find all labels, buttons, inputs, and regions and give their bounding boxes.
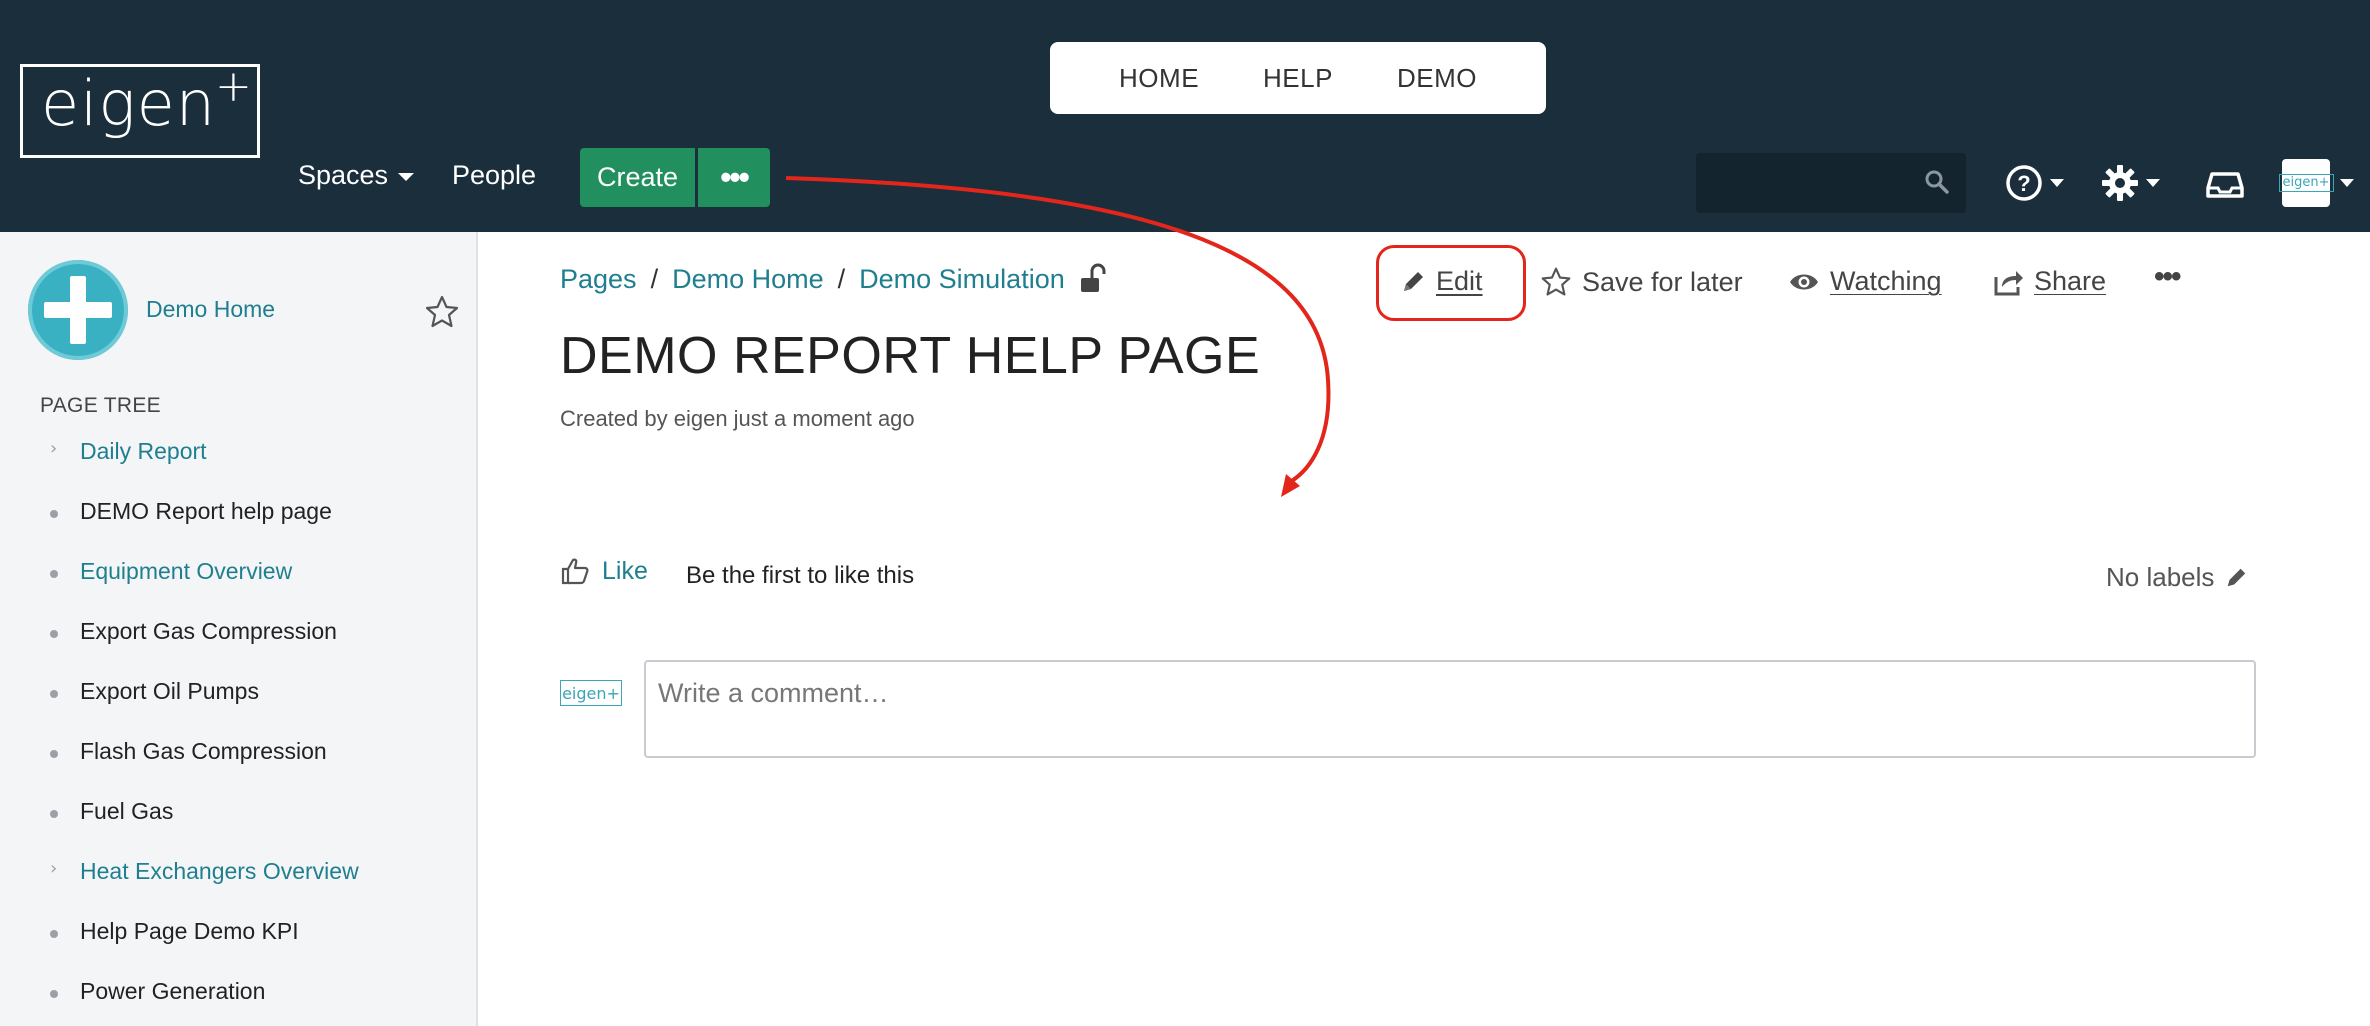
spaces-label: Spaces	[298, 160, 389, 190]
breadcrumb-separator: /	[837, 264, 846, 294]
bullet-icon	[50, 510, 58, 518]
top-header: eigen + HOME HELP DEMO Spaces People Cre…	[0, 0, 2370, 232]
nav-home[interactable]: HOME	[1119, 63, 1199, 94]
space-sidebar: Demo Home PAGE TREE › Daily Report DEMO …	[0, 232, 478, 1026]
tree-item-fuel-gas[interactable]: Fuel Gas	[80, 798, 173, 825]
tree-item-daily-report[interactable]: Daily Report	[80, 438, 207, 465]
save-for-later-button[interactable]: Save for later	[1540, 266, 1743, 298]
space-logo[interactable]	[28, 260, 128, 360]
space-name-link[interactable]: Demo Home	[146, 296, 275, 323]
breadcrumb: Pages / Demo Home / Demo Simulation	[560, 264, 1065, 295]
top-navigation: HOME HELP DEMO	[1050, 42, 1546, 114]
eye-icon	[1790, 274, 1818, 289]
bullet-icon	[50, 990, 58, 998]
more-actions-button[interactable]: •••	[2154, 260, 2181, 294]
create-button[interactable]: Create	[580, 148, 695, 207]
question-circle-icon: ?	[2006, 165, 2064, 201]
breadcrumb-separator: /	[650, 264, 659, 294]
page-tree-heading: PAGE TREE	[40, 394, 161, 417]
share-icon	[1994, 270, 2023, 295]
like-label: Like	[602, 556, 648, 585]
labels-text: No labels	[2106, 562, 2215, 592]
chevron-down-icon	[398, 172, 415, 181]
help-menu[interactable]: ?	[2004, 160, 2072, 211]
tree-item-power-generation[interactable]: Power Generation	[80, 978, 265, 1005]
pencil-icon	[2228, 568, 2246, 586]
bullet-icon	[50, 930, 58, 938]
settings-menu[interactable]	[2100, 160, 2168, 211]
svg-text:?: ?	[2017, 171, 2030, 196]
share-label: Share	[2034, 266, 2107, 296]
tree-item-heat-exchangers-overview[interactable]: Heat Exchangers Overview	[80, 858, 359, 885]
edit-label: Edit	[1436, 266, 1483, 296]
nav-help[interactable]: HELP	[1263, 63, 1333, 94]
watching-label: Watching	[1830, 266, 1942, 296]
bullet-icon	[50, 570, 58, 578]
bullet-icon	[50, 630, 58, 638]
comment-avatar: eigen+	[560, 680, 622, 706]
like-button[interactable]: Like	[560, 556, 648, 586]
breadcrumb-demo-simulation[interactable]: Demo Simulation	[859, 264, 1065, 295]
page-byline: Created by eigen just a moment ago	[560, 406, 915, 431]
star-icon	[1541, 267, 1571, 296]
logo-plus: +	[215, 61, 252, 112]
spaces-menu[interactable]: Spaces	[298, 160, 415, 191]
breadcrumb-pages[interactable]: Pages	[560, 264, 637, 295]
unlock-icon[interactable]	[1078, 262, 1108, 296]
gear-icon	[2102, 165, 2160, 201]
thumbs-up-icon	[561, 558, 589, 585]
like-hint: Be the first to like this	[686, 562, 915, 589]
watching-button[interactable]: Watching	[1788, 266, 1942, 297]
search-icon	[1925, 170, 1949, 194]
page-title: DEMO REPORT HELP PAGE	[560, 327, 1261, 385]
tree-item-flash-gas-compression[interactable]: Flash Gas Compression	[80, 738, 327, 765]
nav-demo[interactable]: DEMO	[1397, 63, 1477, 94]
tree-item-export-oil-pumps[interactable]: Export Oil Pumps	[80, 678, 259, 705]
edit-button[interactable]: Edit	[1400, 266, 1483, 297]
bullet-icon	[50, 750, 58, 758]
avatar-logo: eigen+	[2278, 174, 2334, 192]
star-icon[interactable]	[424, 294, 460, 330]
save-for-later-label: Save for later	[1582, 266, 1743, 297]
pencil-icon	[1404, 271, 1423, 291]
bullet-icon	[50, 690, 58, 698]
tree-item-demo-report-help[interactable]: DEMO Report help page	[80, 498, 332, 525]
chevron-down-icon	[2340, 179, 2354, 187]
create-more-button[interactable]: •••	[698, 148, 770, 207]
tree-item-export-gas-compression[interactable]: Export Gas Compression	[80, 618, 337, 645]
tree-item-help-page-demo-kpi[interactable]: Help Page Demo KPI	[80, 918, 299, 945]
inbox-button[interactable]	[2206, 160, 2244, 211]
plus-icon-bar	[70, 276, 86, 344]
logo-text: eigen	[41, 67, 217, 140]
people-link[interactable]: People	[452, 160, 536, 191]
comment-input[interactable]: Write a comment…	[644, 660, 2256, 758]
user-menu-caret[interactable]	[2338, 176, 2356, 194]
bullet-icon	[50, 810, 58, 818]
chevron-right-icon[interactable]: ›	[50, 438, 57, 459]
tree-item-equipment-overview[interactable]: Equipment Overview	[80, 558, 292, 585]
user-avatar[interactable]: eigen+	[2278, 159, 2334, 207]
chevron-right-icon[interactable]: ›	[50, 858, 57, 879]
inbox-tray-icon	[2206, 172, 2244, 198]
share-button[interactable]: Share	[1992, 266, 2106, 297]
eigen-logo[interactable]: eigen +	[20, 61, 260, 158]
labels-section[interactable]: No labels	[2106, 562, 2248, 593]
breadcrumb-demo-home[interactable]: Demo Home	[672, 264, 824, 295]
search-input[interactable]	[1696, 153, 1966, 213]
